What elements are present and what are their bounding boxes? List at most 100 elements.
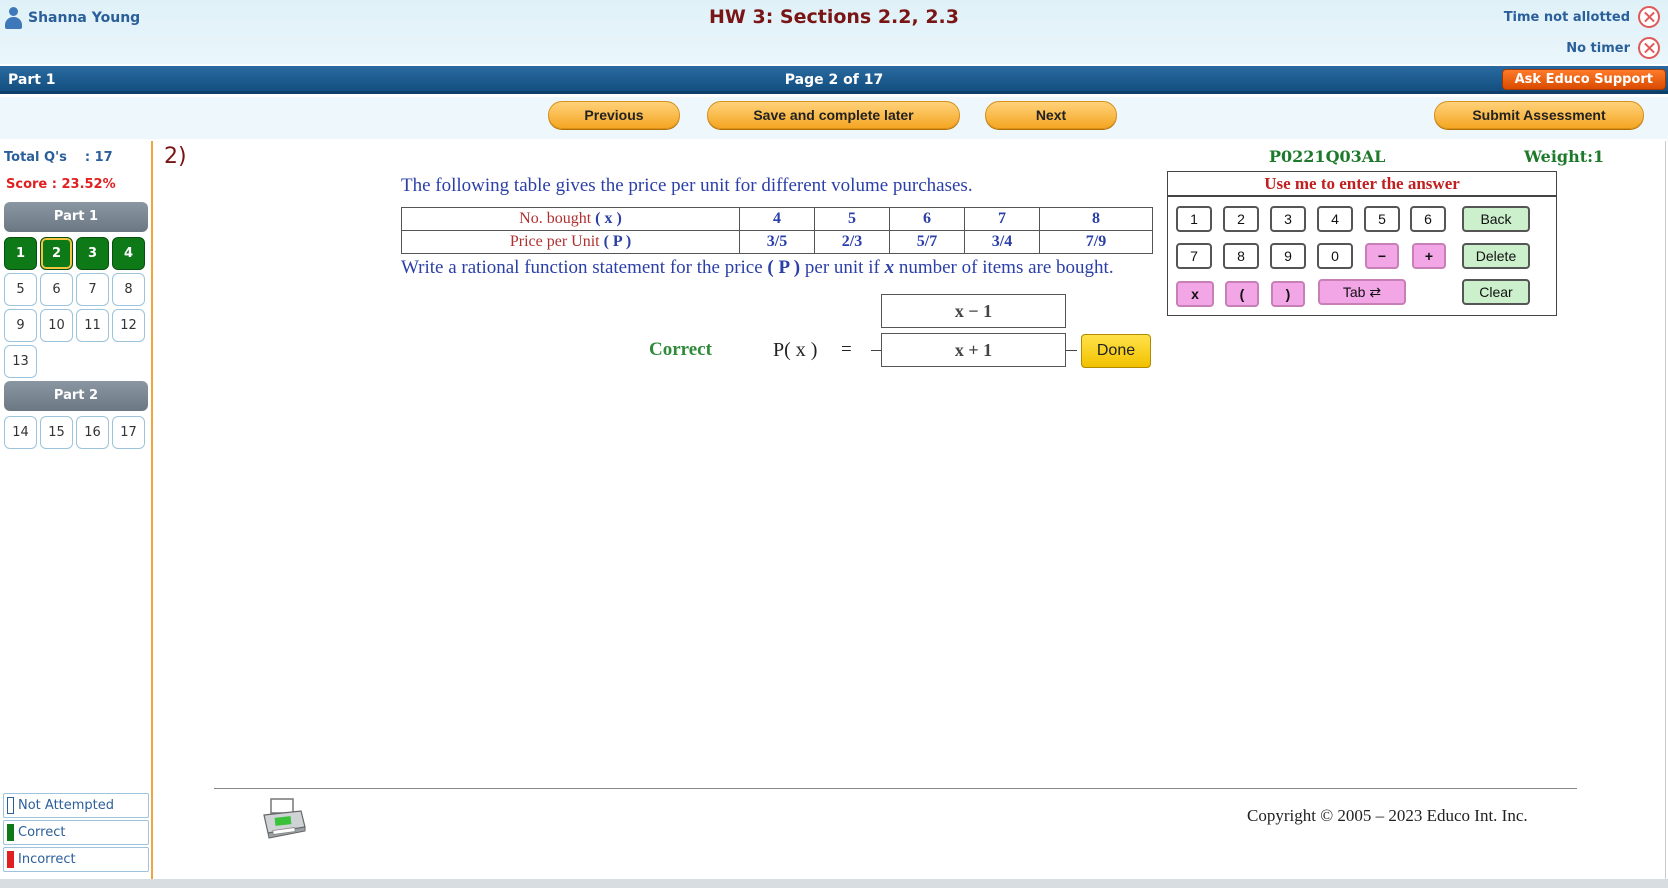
copyright: Copyright © 2005 – 2023 Educo Int. Inc. — [1247, 806, 1528, 825]
incorrect-swatch — [7, 851, 14, 868]
row-label-no-bought: No. bought ( x ) — [401, 207, 740, 231]
question-panel: 2) P0221Q03AL Weight:1 The following tab… — [153, 141, 1666, 879]
back-key[interactable]: Back — [1462, 206, 1530, 232]
table-cell: 7/9 — [1039, 230, 1153, 254]
question-button-3[interactable]: 3 — [76, 237, 109, 270]
table-cell: 5 — [814, 207, 890, 231]
plus-key[interactable]: + — [1412, 243, 1446, 269]
question-button-13[interactable]: 13 — [4, 345, 37, 378]
submit-assessment-button[interactable]: Submit Assessment — [1434, 101, 1644, 129]
assessment-title: HW 3: Sections 2.2, 2.3 — [709, 6, 959, 28]
correct-swatch — [7, 824, 14, 841]
legend-incorrect: Incorrect — [3, 847, 149, 872]
question-weight: Weight:1 — [1524, 147, 1605, 166]
answer-keypad: Use me to enter the answer 1 2 3 4 5 6 B… — [1167, 171, 1557, 316]
question-button-9[interactable]: 9 — [4, 309, 37, 342]
part-bar: Part 1 Page 2 of 17 Ask Educo Support — [0, 66, 1668, 94]
table-row: No. bought ( x ) 4 5 6 7 8 — [401, 207, 1153, 231]
price-table: No. bought ( x ) 4 5 6 7 8 Price per Uni… — [401, 207, 1153, 254]
question-button-10[interactable]: 10 — [40, 309, 73, 342]
question-button-2[interactable]: 2 — [40, 237, 73, 270]
legend-not-attempted: Not Attempted — [3, 793, 149, 818]
part2-question-grid: 14 15 16 17 — [4, 416, 145, 449]
key-2[interactable]: 2 — [1223, 206, 1259, 232]
part1-header[interactable]: Part 1 — [4, 202, 148, 232]
question-button-14[interactable]: 14 — [4, 416, 37, 449]
function-label: P( x ) — [773, 339, 818, 361]
time-status: Time not allotted — [1503, 9, 1630, 25]
question-button-7[interactable]: 7 — [76, 273, 109, 306]
total-questions: Total Q's : 17 — [4, 150, 113, 165]
part1-question-grid: 1 2 3 4 5 6 7 8 9 10 11 12 13 — [4, 237, 145, 378]
legend-label: Correct — [18, 825, 66, 840]
table-cell: 4 — [739, 207, 815, 231]
printer-icon[interactable] — [261, 797, 307, 841]
left-paren-key[interactable]: ( — [1225, 281, 1259, 307]
table-cell: 5/7 — [889, 230, 965, 254]
question-button-11[interactable]: 11 — [76, 309, 109, 342]
numerator-input[interactable]: x − 1 — [881, 294, 1066, 328]
question-button-17[interactable]: 17 — [112, 416, 145, 449]
question-button-5[interactable]: 5 — [4, 273, 37, 306]
legend-label: Not Attempted — [18, 798, 115, 813]
denominator-input[interactable]: x + 1 — [881, 333, 1066, 367]
not-attempted-swatch — [7, 797, 14, 814]
question-button-15[interactable]: 15 — [40, 416, 73, 449]
table-cell: 7 — [964, 207, 1040, 231]
navigation-bar: Previous Save and complete later Next Su… — [0, 97, 1668, 139]
question-sidebar: Total Q's : 17 Score : 23.52% Part 1 123… — [0, 141, 153, 879]
delete-key[interactable]: Delete — [1462, 243, 1530, 269]
table-cell: 3/4 — [964, 230, 1040, 254]
table-row: Price per Unit ( P ) 3/5 2/3 5/7 3/4 7/9 — [401, 230, 1153, 254]
key-3[interactable]: 3 — [1270, 206, 1306, 232]
legend-label: Incorrect — [18, 852, 76, 867]
legend-correct: Correct — [3, 820, 149, 845]
score: Score : 23.52% — [6, 177, 116, 192]
table-cell: 6 — [889, 207, 965, 231]
question-button-6[interactable]: 6 — [40, 273, 73, 306]
question-intro: The following table gives the price per … — [401, 175, 973, 196]
question-button-16[interactable]: 16 — [76, 416, 109, 449]
key-8[interactable]: 8 — [1223, 243, 1259, 269]
no-timer-icon — [1638, 37, 1660, 59]
tab-key[interactable]: Tab ⇄ — [1318, 279, 1406, 305]
time-status-row: Time not allotted — [1504, 6, 1660, 28]
answer-status: Correct — [649, 339, 712, 360]
page-indicator: Page 2 of 17 — [784, 72, 884, 88]
question-button-12[interactable]: 12 — [112, 309, 145, 342]
key-1[interactable]: 1 — [1176, 206, 1212, 232]
table-cell: 8 — [1039, 207, 1153, 231]
no-time-clock-icon — [1638, 6, 1660, 28]
key-9[interactable]: 9 — [1270, 243, 1306, 269]
previous-button[interactable]: Previous — [548, 101, 680, 129]
timer-status-row: No timer — [1566, 37, 1660, 59]
table-cell: 2/3 — [814, 230, 890, 254]
question-id: P0221Q03AL — [1269, 147, 1386, 166]
clear-key[interactable]: Clear — [1462, 279, 1530, 305]
next-button[interactable]: Next — [985, 101, 1117, 129]
question-button-8[interactable]: 8 — [112, 273, 145, 306]
question-button-4[interactable]: 4 — [112, 237, 145, 270]
right-paren-key[interactable]: ) — [1271, 281, 1305, 307]
table-cell: 3/5 — [739, 230, 815, 254]
header-bar: Shanna Young HW 3: Sections 2.2, 2.3 Tim… — [0, 0, 1668, 64]
key-4[interactable]: 4 — [1317, 206, 1353, 232]
key-0[interactable]: 0 — [1317, 243, 1353, 269]
done-button[interactable]: Done — [1081, 334, 1151, 368]
ask-support-button[interactable]: Ask Educo Support — [1501, 69, 1666, 90]
question-number: 2) — [164, 144, 187, 169]
equals-sign: = — [841, 339, 852, 360]
bottom-strip — [0, 879, 1668, 888]
key-6[interactable]: 6 — [1410, 206, 1446, 232]
question-prompt: Write a rational function statement for … — [401, 257, 1114, 278]
footer-divider — [214, 788, 1577, 789]
save-later-button[interactable]: Save and complete later — [707, 101, 960, 129]
question-button-1[interactable]: 1 — [4, 237, 37, 270]
minus-key[interactable]: − — [1365, 243, 1399, 269]
key-5[interactable]: 5 — [1364, 206, 1400, 232]
timer-status: No timer — [1566, 40, 1630, 56]
part2-header[interactable]: Part 2 — [4, 381, 148, 411]
x-key[interactable]: x — [1176, 281, 1214, 307]
key-7[interactable]: 7 — [1176, 243, 1212, 269]
keypad-title: Use me to enter the answer — [1168, 172, 1556, 197]
